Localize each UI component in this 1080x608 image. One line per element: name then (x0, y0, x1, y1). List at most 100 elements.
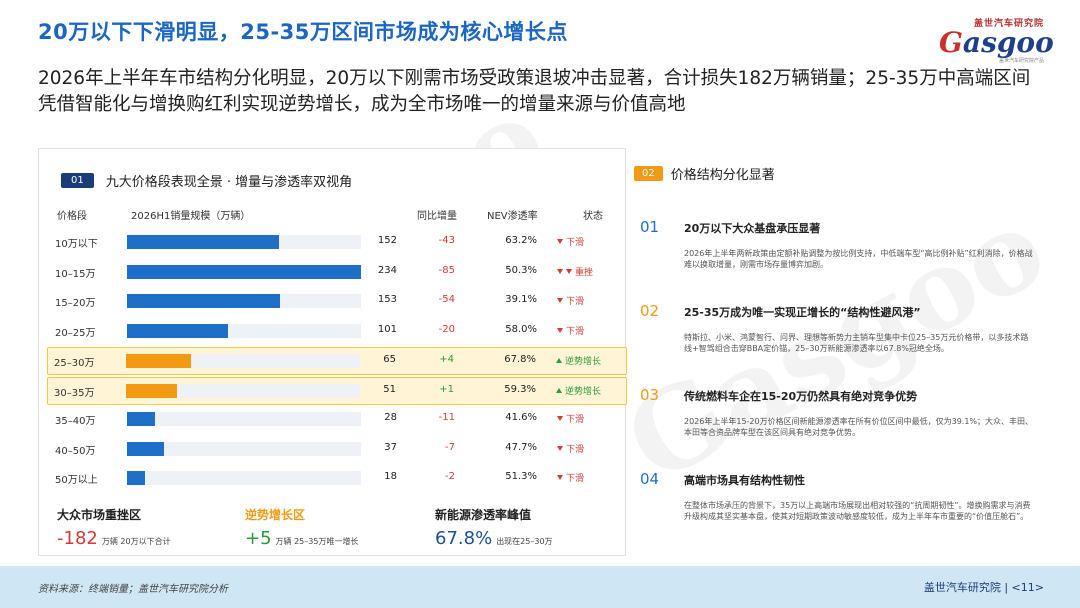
yoy-value: +4 (439, 354, 454, 365)
stat-growth: 逆势增长区 +5 万辆 25–35万唯一增长 (245, 506, 358, 549)
segment-row: 20–25万 101 -20 58.0% 下滑 (49, 318, 625, 344)
segment-label: 10–15万 (55, 268, 96, 280)
volume-bar (126, 354, 191, 368)
volume-track (127, 471, 361, 485)
volume-bar (127, 412, 155, 426)
yoy-value: -7 (445, 441, 455, 453)
segment-row: 30–35万 51 +1 59.3% 逆势增长 (47, 376, 627, 405)
header-volume: 2026H1销量规模（万辆） (131, 211, 251, 222)
stat-value: 67.8% (435, 528, 493, 549)
segment-row: 15–20万 153 -54 39.1% 下滑 (49, 288, 625, 314)
header-yoy: 同比增量 (417, 211, 457, 222)
price-segment-panel: 01 九大价格段表现全景 · 增量与渗透率双视角 价格段 2026H1销量规模（… (38, 148, 627, 556)
header-nev: NEV渗透率 (487, 211, 538, 222)
volume-value: 28 (384, 412, 397, 423)
nev-rate: 50.3% (505, 264, 537, 276)
volume-track (127, 323, 361, 338)
arrow-down-icon (557, 239, 563, 244)
stat-unit: 万辆 25–35万唯一增长 (275, 537, 359, 546)
gasgoo-logo: 盖世汽车研究院 Gasgoo 盖世汽车研究院产品 (939, 16, 1054, 64)
arrow-down-icon (557, 327, 563, 333)
segment-label: 50万以上 (55, 475, 98, 486)
insight-panel: 02 价格结构分化显著 01 20万以下大众基盘承压显著 2026年上半年两新政… (634, 164, 1044, 521)
header-segment: 价格段 (57, 211, 87, 222)
volume-track (127, 412, 361, 426)
segment-row: 10万以下 152 -43 63.2% 下滑 (49, 229, 625, 255)
arrow-down-icon (566, 268, 572, 274)
footer-source: 资料来源：终端销量；盖世汽车研究院分析 (38, 584, 228, 595)
segment-label: 20–25万 (55, 327, 96, 339)
nev-rate: 39.1% (505, 294, 537, 305)
volume-track (126, 383, 360, 398)
status-label: 下滑 (566, 415, 585, 425)
insight-text: 2026年上半年15-20万价格区间新能源渗透率在所有价位区间中最低，仅为39.… (684, 417, 1034, 437)
volume-value: 37 (384, 441, 397, 453)
status-badge: 下滑 (557, 324, 584, 337)
status-label: 下滑 (566, 474, 585, 484)
stat-unit: 万辆 20万以下合计 (101, 537, 171, 546)
nev-rate: 51.3% (505, 471, 537, 482)
nev-rate: 63.2% (505, 235, 537, 246)
volume-bar (126, 383, 177, 398)
panel-header: 01 九大价格段表现全景 · 增量与渗透率双视角 (61, 171, 352, 190)
insight-number: 04 (640, 470, 660, 488)
status-badge: 逆势增长 (556, 384, 601, 397)
volume-track (127, 294, 361, 308)
insight-number: 02 (640, 302, 660, 320)
nev-rate: 67.8% (504, 354, 536, 365)
insight-number: 03 (640, 386, 660, 404)
status-badge: 下滑 (557, 294, 584, 307)
yoy-value: -20 (438, 323, 455, 335)
status-badge: 下滑 (557, 442, 584, 455)
volume-value: 51 (383, 383, 396, 395)
volume-track (127, 441, 361, 456)
insight-header: 02 价格结构分化显著 (634, 164, 1044, 183)
volume-bar (127, 264, 361, 279)
status-label: 下滑 (566, 297, 585, 307)
volume-value: 101 (377, 323, 397, 335)
volume-track (127, 264, 361, 279)
status-label: 重挫 (575, 267, 594, 278)
header-status: 状态 (583, 211, 603, 222)
panel-title: 九大价格段表现全景 · 增量与渗透率双视角 (105, 175, 353, 190)
stat-value: -182 (57, 528, 98, 549)
stat-label: 逆势增长区 (245, 508, 306, 522)
page-title: 20万以下下滑明显，25-35万区间市场成为核心增长点 (38, 20, 568, 44)
panel-badge: 01 (61, 173, 94, 188)
stat-value: +5 (245, 528, 272, 549)
footer-bar: 资料来源：终端销量；盖世汽车研究院分析 盖世汽车研究院 | <11> (0, 566, 1080, 608)
volume-bar (127, 294, 280, 308)
segment-label: 40–50万 (55, 445, 96, 457)
stat-unit: 出现在25–30万 (496, 537, 553, 546)
arrow-down-icon (557, 416, 563, 421)
volume-bar (127, 471, 145, 485)
status-label: 逆势增长 (565, 357, 602, 367)
insight-heading: 传统燃料车企在15-20万仍然具有绝对竞争优势 (684, 390, 918, 403)
insight-heading: 20万以下大众基盘承压显著 (684, 222, 821, 235)
insight-text: 2026年上半年两新政策由定额补贴调整为按比例支持，中低端车型“高比例补贴”红利… (684, 249, 1033, 269)
status-badge: 下滑 (557, 412, 584, 425)
segment-row: 50万以上 18 -2 51.3% 下滑 (49, 465, 625, 491)
volume-value: 65 (383, 354, 396, 365)
volume-bar (127, 441, 164, 456)
yoy-value: -43 (438, 235, 455, 246)
segment-row: 35–40万 28 -11 41.6% 下滑 (49, 406, 625, 432)
segment-label: 15–20万 (55, 298, 96, 309)
volume-bar (127, 323, 228, 338)
logo-wordmark: Gasgoo (939, 26, 1054, 59)
segment-row: 10–15万 234 -85 50.3% 重挫 (49, 259, 625, 285)
arrow-up-icon (556, 387, 562, 393)
insight-title: 价格结构分化显著 (670, 168, 775, 183)
stat-nev-peak: 新能源渗透率峰值 67.8% 出现在25–30万 (435, 506, 553, 549)
volume-value: 153 (377, 294, 397, 305)
insight-number: 01 (640, 218, 660, 236)
arrow-down-icon (557, 475, 563, 480)
yoy-value: -11 (438, 412, 455, 423)
status-badge: 逆势增长 (556, 354, 601, 367)
insight-badge: 02 (634, 166, 663, 181)
nev-rate: 58.0% (505, 323, 537, 335)
volume-track (127, 235, 361, 249)
yoy-value: -2 (445, 471, 455, 482)
stat-decline: 大众市场重挫区 -182 万辆 20万以下合计 (57, 506, 171, 549)
footer-org-page: 盖世汽车研究院 | <11> (923, 581, 1044, 594)
